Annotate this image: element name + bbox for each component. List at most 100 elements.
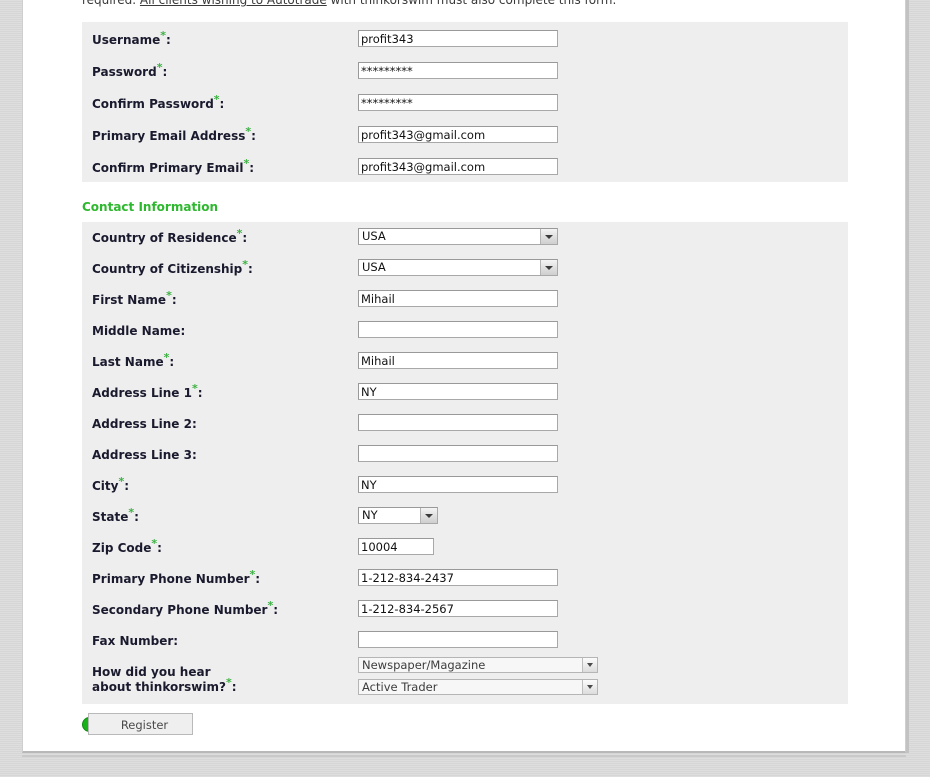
zip-code-input[interactable] [358,538,434,555]
page-bottom-rule [22,755,906,757]
confirm-password-label-text: Confirm Password [92,97,214,111]
label-colon: : [197,386,203,400]
chevron-down-icon[interactable] [582,658,597,672]
last-name-label: Last Name*: [92,352,175,369]
country-of-residence-label: Country of Residence*: [92,228,248,245]
city-input[interactable] [358,476,558,493]
confirm-password-label: Confirm Password*: [92,94,225,111]
how-did-you-hear-label-line1: How did you hear [92,665,211,679]
form-row-password: Password*: [82,62,848,97]
browser-viewport: required. All clients wishing to Autotra… [0,0,930,777]
city-label-text: City [92,479,119,493]
fax-number-label: Fax Number: [92,634,178,648]
state-label-text: State [92,510,129,524]
secondary-phone-number-label: Secondary Phone Number*: [92,600,279,617]
country-of-residence-select[interactable]: USA [358,228,558,245]
zip-code-label-text: Zip Code [92,541,152,555]
label-colon: : [180,324,186,338]
confirm-primary-email-input[interactable] [358,158,558,175]
confirm-primary-email-label-text: Confirm Primary Email [92,161,244,175]
chevron-down-glyph [587,685,593,689]
primary-phone-number-input[interactable] [358,569,558,586]
chevron-down-icon[interactable] [540,229,557,244]
confirm-password-input[interactable] [358,94,558,111]
secondary-phone-number-label-text: Secondary Phone Number [92,603,268,617]
username-input[interactable] [358,30,558,47]
intro-suffix: with thinkorswim must also complete this… [326,0,617,7]
address-line-3-label-text: Address Line 3 [92,448,192,462]
confirm-primary-email-label: Confirm Primary Email*: [92,158,255,175]
chevron-down-icon[interactable] [582,680,597,694]
secondary-phone-number-input[interactable] [358,600,558,617]
first-name-label-text: First Name [92,293,167,307]
middle-name-label-text: Middle Name [92,324,181,338]
chevron-down-icon[interactable] [540,260,557,275]
city-label: City*: [92,476,130,493]
username-label-text: Username [92,33,161,47]
label-colon: : [171,293,177,307]
label-colon: : [242,231,248,245]
password-label-text: Password [92,65,157,79]
autotrade-link[interactable]: All clients wishing to Autotrade [140,0,327,7]
chevron-down-icon[interactable] [420,508,437,523]
password-label: Password*: [92,62,168,79]
label-colon: : [162,65,168,79]
label-colon: : [255,572,261,586]
primary-phone-number-label-text: Primary Phone Number [92,572,250,586]
address-line-2-input[interactable] [358,414,558,431]
label-colon: : [173,634,179,648]
how-did-you-hear-label: How did you hear about thinkorswim?*: [92,665,237,695]
address-line-3-label: Address Line 3: [92,448,197,462]
how-did-you-hear-label-line2: about thinkorswim?*: [92,677,237,695]
label-colon: : [169,355,175,369]
country-of-citizenship-select[interactable]: USA [358,259,558,276]
fax-number-label-text: Fax Number [92,634,174,648]
country-of-residence-label-text: Country of Residence [92,231,237,245]
state-select[interactable]: NY [358,507,438,524]
address-line-1-label-text: Address Line 1 [92,386,192,400]
state-selected-value: NY [362,508,378,522]
address-line-3-input[interactable] [358,445,558,462]
form-row-state: State*: NY [82,507,848,542]
label-colon: : [191,417,197,431]
address-line-2-label-text: Address Line 2 [92,417,192,431]
state-label: State*: [92,507,139,524]
address-line-1-input[interactable] [358,383,558,400]
chevron-down-glyph [425,513,433,518]
label-colon: : [273,603,279,617]
label-colon: : [248,262,253,276]
middle-name-label: Middle Name: [92,324,185,338]
chevron-down-glyph [545,234,553,239]
country-of-citizenship-label: Country of Citizenship*: [92,259,253,276]
last-name-input[interactable] [358,352,558,369]
password-input[interactable] [358,62,558,79]
fax-number-input[interactable] [358,631,558,648]
register-button[interactable]: Register [88,713,193,735]
primary-email-address-label-text: Primary Email Address [92,129,246,143]
label-colon: : [249,161,255,175]
label-colon: : [219,97,225,111]
form-row-confirm-password: Confirm Password*: [82,94,848,129]
hear-about-source-select[interactable]: Newspaper/Magazine [358,657,598,673]
label-colon: : [251,129,256,143]
address-line-2-label: Address Line 2: [92,417,197,431]
chevron-down-glyph [545,265,553,270]
country-of-residence-selected-value: USA [362,229,386,243]
last-name-label-text: Last Name [92,355,164,369]
username-label: Username*: [92,30,171,47]
primary-email-address-input[interactable] [358,126,558,143]
primary-email-address-label: Primary Email Address*: [92,126,256,143]
contact-information-heading: Contact Information [82,200,219,214]
form-row-confirm-primary-email: Confirm Primary Email*: [82,158,848,193]
country-of-citizenship-label-text: Country of Citizenship [92,262,243,276]
hear-about-detail-select-selected-value: Active Trader [362,680,438,694]
form-row-how-did-you-hear: How did you hear about thinkorswim?*: News… [82,657,848,705]
label-colon: : [124,479,130,493]
label-colon: : [134,510,139,524]
label-colon: : [166,33,171,47]
first-name-input[interactable] [358,290,558,307]
how-did-you-hear-label-line2-text: about thinkorswim? [92,680,226,694]
middle-name-input[interactable] [358,321,558,338]
chevron-down-glyph [587,663,593,667]
hear-about-detail-select[interactable]: Active Trader [358,679,598,695]
